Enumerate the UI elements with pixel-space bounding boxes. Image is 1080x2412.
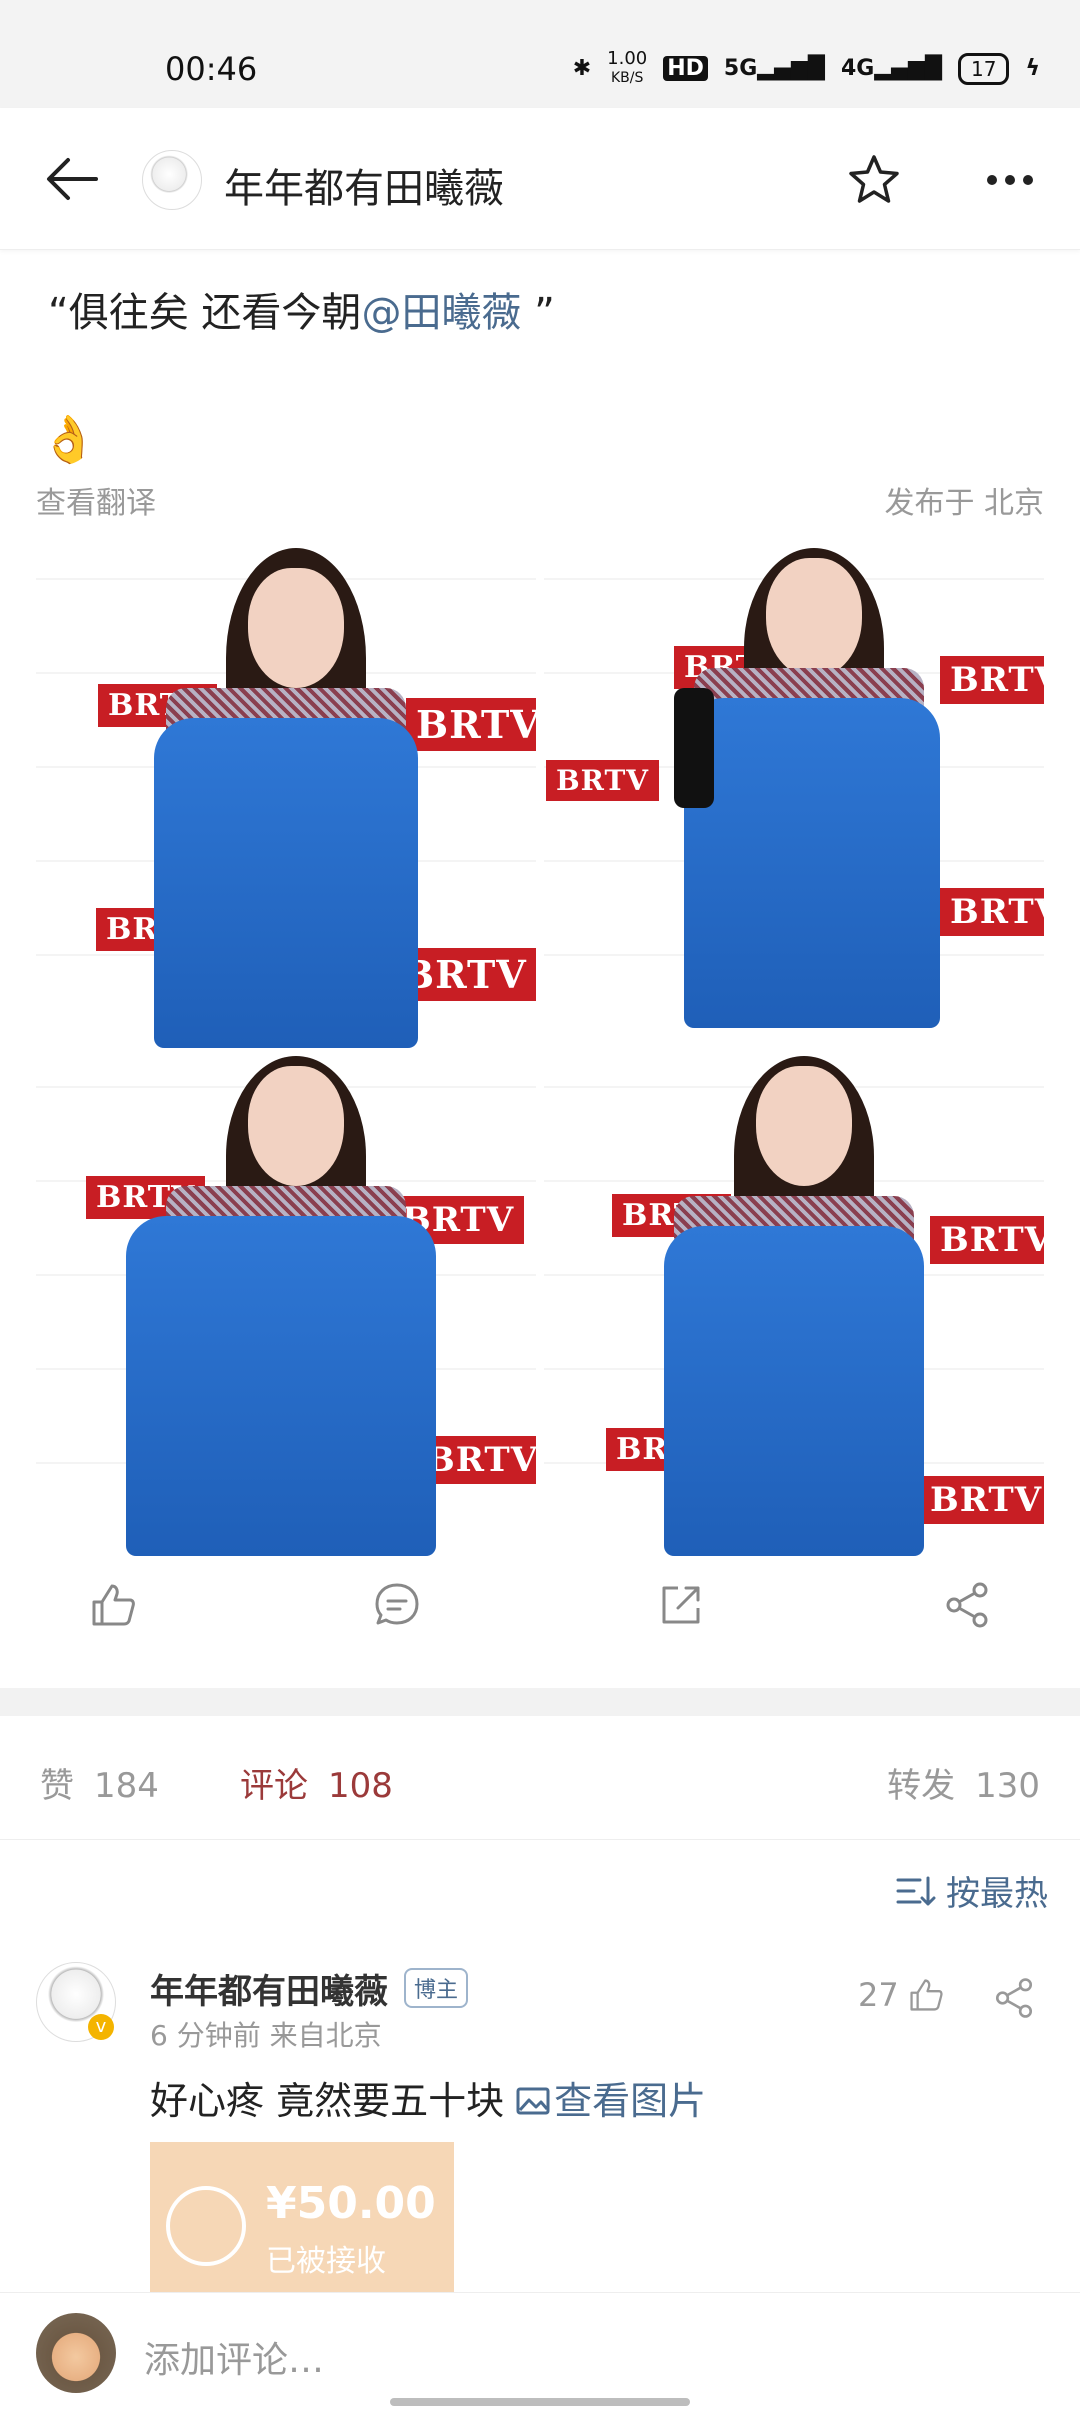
blue-jacket — [154, 718, 418, 1048]
verified-badge-icon: v — [88, 2014, 114, 2040]
tab-comments[interactable]: 评论 108 — [240, 1758, 393, 1807]
section-divider — [0, 1688, 1080, 1716]
reposts-count: 130 — [975, 1766, 1040, 1806]
like-icon[interactable] — [88, 1580, 138, 1630]
blue-jacket — [684, 698, 940, 1028]
like-icon — [910, 1979, 943, 2011]
brtv-logo: BRTV — [920, 1476, 1044, 1524]
comments-count: 108 — [328, 1766, 393, 1806]
author-tag-badge: 博主 — [404, 1968, 469, 2008]
comment-body: 好心疼 竟然要五十块 — [150, 2079, 517, 2123]
view-image-label: 查看图片 — [554, 2079, 707, 2123]
person-face — [248, 568, 344, 688]
reposts-label: 转发 — [887, 1766, 956, 1806]
net-speed-unit: KB/S — [610, 70, 644, 86]
mention-link[interactable]: @田曦薇 — [361, 290, 521, 336]
checkmark-icon — [166, 2186, 246, 2266]
post-photo-3[interactable]: BRTV BRTV BRTV — [36, 1056, 536, 1556]
my-avatar[interactable] — [36, 2313, 116, 2393]
back-arrow-icon[interactable] — [44, 154, 100, 204]
signal-5g-label: 5G — [723, 56, 758, 81]
battery-icon: 17 — [958, 52, 1010, 85]
page-title[interactable]: 年年都有田曦薇 — [224, 156, 504, 214]
star-icon[interactable] — [846, 152, 902, 208]
blue-jacket — [126, 1216, 436, 1556]
post-text: “俱往矣 还看今朝@田曦薇 ” — [48, 280, 555, 338]
post-action-bar — [0, 1560, 1080, 1680]
charging-icon: ϟ — [1025, 56, 1040, 81]
comment-share-icon[interactable] — [992, 1976, 1036, 2020]
brtv-logo: BRTV — [940, 656, 1044, 704]
share-icon[interactable] — [942, 1580, 992, 1630]
post-stats-tabs: 赞 184 评论 108 转发 130 — [0, 1716, 1080, 1840]
post-photo-4[interactable]: BRTV BRTV BRTV BRTV — [544, 1056, 1044, 1556]
comment-like-button[interactable]: 27 — [858, 1976, 945, 2014]
microphone — [674, 688, 714, 808]
image-icon — [516, 2087, 550, 2115]
person-face — [766, 558, 862, 678]
brtv-logo: BRTV — [406, 698, 536, 751]
likes-label: 赞 — [40, 1766, 74, 1806]
signal-5g-icon: 5G▂▄▆█ — [723, 56, 825, 81]
net-speed: 1.00 KB/S — [607, 50, 647, 87]
comments-label: 评论 — [240, 1766, 308, 1806]
home-indicator[interactable] — [390, 2398, 690, 2406]
post-text-end: ” — [521, 290, 555, 336]
net-speed-value: 1.00 — [607, 48, 648, 69]
post-photo-2[interactable]: BRTV BRTV BRTV BRTV — [544, 548, 1044, 1048]
comment-meta: 6 分钟前 来自北京 — [150, 2019, 382, 2052]
brtv-logo: BRTV — [940, 888, 1044, 936]
commenter-name[interactable]: 年年都有田曦薇 — [150, 1964, 388, 2013]
clock: 00:46 — [165, 50, 258, 88]
comment-like-count: 27 — [858, 1976, 899, 2014]
view-image-link[interactable]: 查看图片 — [516, 2079, 706, 2123]
comment-icon[interactable] — [372, 1580, 422, 1630]
top-nav-bar: 年年都有田曦薇 — [0, 108, 1080, 250]
blue-jacket — [664, 1226, 924, 1556]
more-options-icon[interactable] — [985, 168, 1035, 192]
comment-text: 好心疼 竟然要五十块 查看图片 — [150, 2070, 706, 2125]
ok-hand-emoji: 👌 — [40, 412, 98, 466]
person-face — [756, 1066, 852, 1186]
brtv-logo: BRTV — [546, 760, 660, 801]
sort-toggle[interactable]: 按最热 — [896, 1866, 1048, 1915]
person-face — [248, 1066, 344, 1186]
sort-icon — [896, 1876, 936, 1905]
comment-input-bar: 添加评论… — [0, 2292, 1080, 2412]
receipt-amount: ¥50.00 — [266, 2178, 436, 2229]
comment-image-thumbnail[interactable]: ¥50.00 已被接收 — [150, 2142, 454, 2296]
status-icons: ✱ 1.00 KB/S HD 5G▂▄▆█ 4G▂▄▆█ 17 ϟ — [573, 50, 1040, 87]
translate-link[interactable]: 查看翻译 — [36, 478, 156, 522]
post-location: 发布于 北京 — [884, 486, 1044, 521]
signal-4g-icon: 4G▂▄▆█ — [840, 56, 943, 81]
sort-label: 按最热 — [946, 1874, 1048, 1914]
brtv-logo: BRTV — [930, 1216, 1044, 1264]
bluetooth-icon: ✱ — [572, 56, 592, 81]
receipt-status: 已被接收 — [266, 2244, 386, 2279]
status-bar: 00:46 ✱ 1.00 KB/S HD 5G▂▄▆█ 4G▂▄▆█ 17 ϟ — [0, 0, 1080, 108]
hd-icon: HD — [663, 56, 708, 81]
post-photo-1[interactable]: BRTV BRTV BRTV BRTV — [36, 548, 536, 1048]
comment-input[interactable]: 添加评论… — [144, 2331, 324, 2383]
likes-count: 184 — [94, 1766, 159, 1806]
repost-icon[interactable] — [656, 1580, 706, 1630]
signal-4g-label: 4G — [840, 56, 875, 81]
tab-likes[interactable]: 赞 184 — [40, 1758, 159, 1807]
tab-reposts[interactable]: 转发 130 — [887, 1758, 1040, 1807]
post-text-part: “俱往矣 还看今朝 — [48, 290, 362, 336]
author-avatar[interactable] — [142, 150, 202, 210]
